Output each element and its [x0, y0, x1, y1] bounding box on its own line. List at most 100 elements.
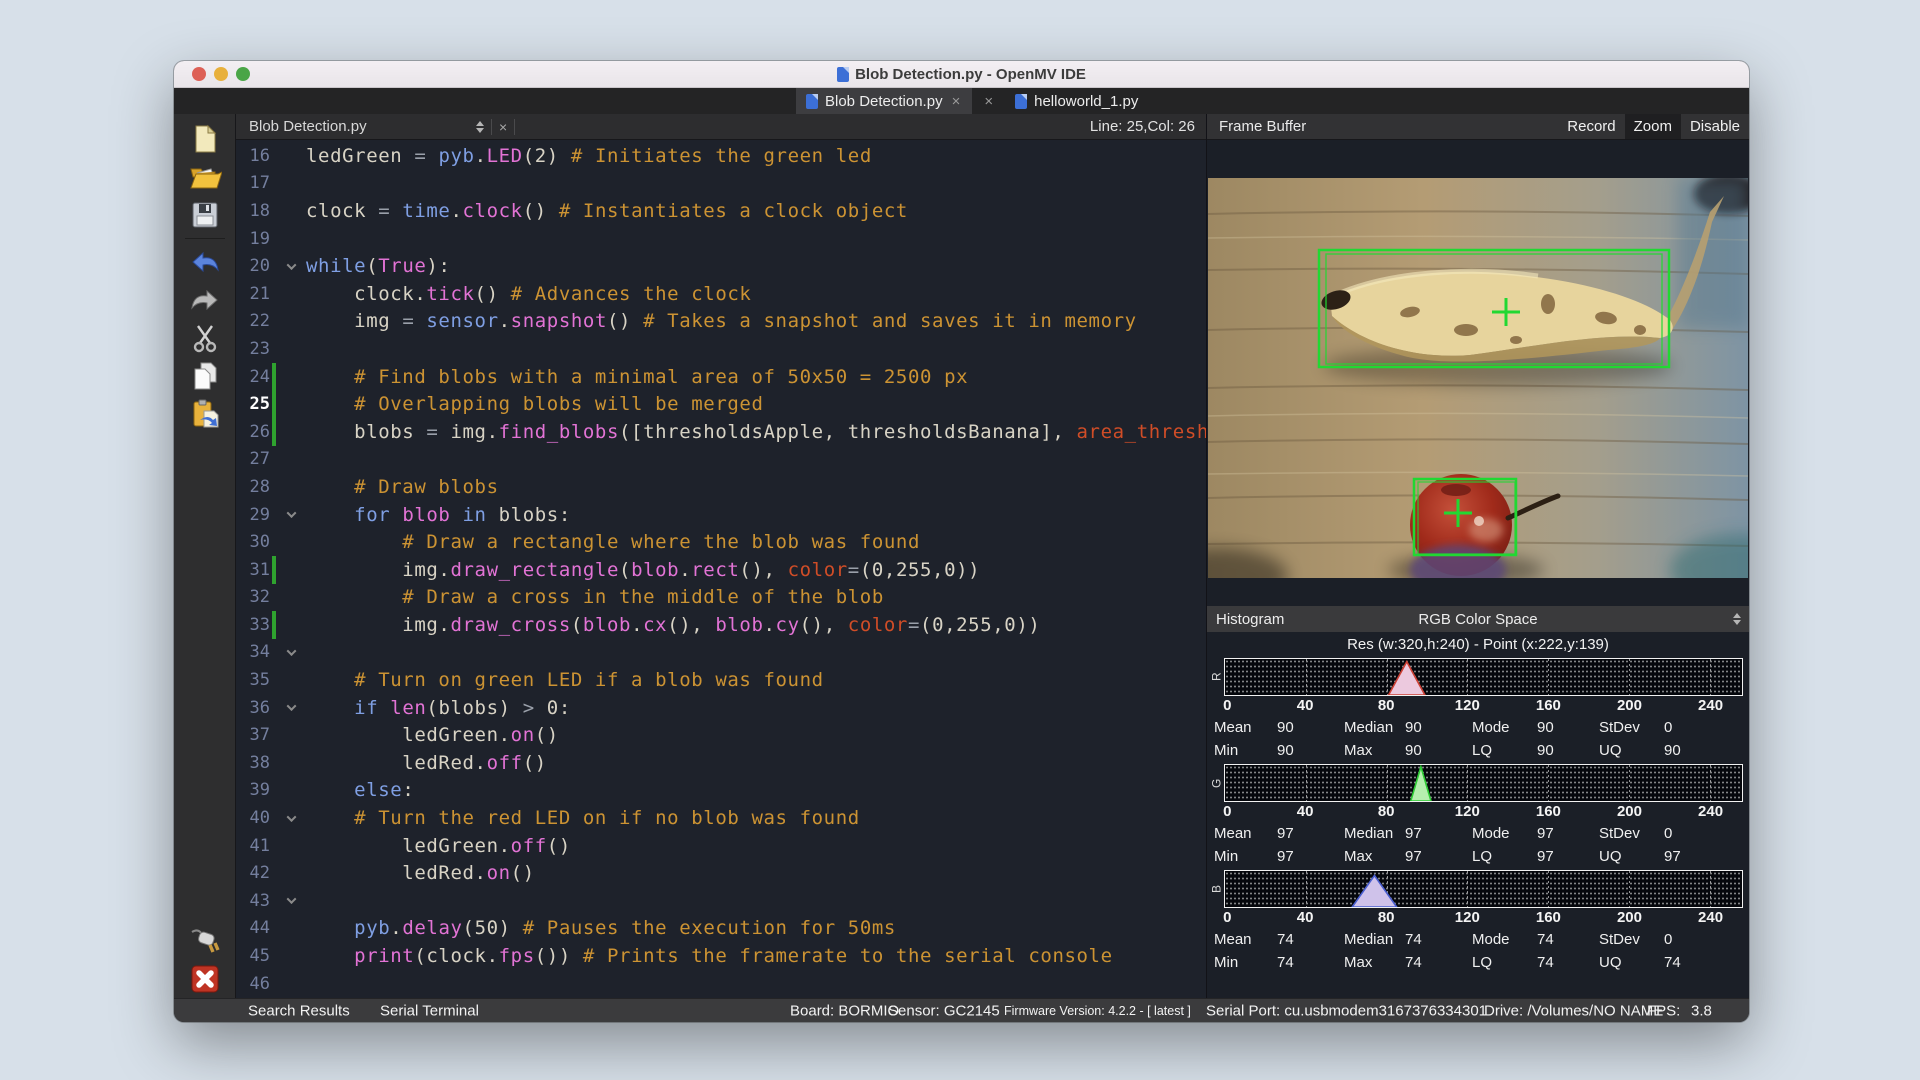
code-line[interactable]: 36 if len(blobs) > 0: [236, 694, 1206, 722]
channel-axis: 04080120160200240 [1224, 697, 1743, 716]
code-line[interactable]: 24 # Find blobs with a minimal area of 5… [236, 363, 1206, 391]
code-line[interactable]: 29 for blob in blobs: [236, 501, 1206, 529]
line-number: 23 [236, 339, 270, 359]
frame-buffer-view[interactable] [1207, 140, 1749, 606]
code-line[interactable]: 37 ledGreen.on() [236, 721, 1206, 749]
stat-label: LQ [1472, 951, 1537, 974]
change-bar [272, 721, 276, 749]
channel-axis: 04080120160200240 [1224, 909, 1743, 928]
code-line[interactable]: 19 [236, 225, 1206, 253]
code-line[interactable]: 20while(True): [236, 252, 1206, 280]
zoom-button[interactable]: Zoom [1625, 114, 1681, 139]
code-line[interactable]: 28 # Draw blobs [236, 473, 1206, 501]
stat-label: Max [1344, 845, 1405, 868]
code-line[interactable]: 30 # Draw a rectangle where the blob was… [236, 528, 1206, 556]
code-line[interactable]: 40 # Turn the red LED on if no blob was … [236, 804, 1206, 832]
line-number: 34 [236, 642, 270, 662]
close-tab-icon[interactable]: × [982, 93, 995, 110]
stat-label: StDev [1599, 822, 1664, 845]
tab-label: Blob Detection.py [825, 93, 943, 110]
code-line[interactable]: 39 else: [236, 777, 1206, 805]
line-number: 18 [236, 201, 270, 221]
color-space-select[interactable]: RGB Color Space [1207, 611, 1749, 628]
document-selector[interactable]: Blob Detection.py [236, 118, 367, 135]
fold-chevron-icon[interactable] [276, 897, 306, 904]
save-button[interactable] [186, 198, 224, 232]
code-line[interactable]: 26 blobs = img.find_blobs([thresholdsApp… [236, 418, 1206, 446]
document-dropdown-icon[interactable] [476, 121, 484, 133]
stop-button[interactable] [186, 962, 224, 996]
stat-label: StDev [1599, 928, 1664, 951]
code-line[interactable]: 35 # Turn on green LED if a blob was fou… [236, 666, 1206, 694]
code-line[interactable]: 22 img = sensor.snapshot() # Takes a sna… [236, 308, 1206, 336]
code-line[interactable]: 18clock = time.clock() # Instantiates a … [236, 197, 1206, 225]
tab-helloworld[interactable]: helloworld_1.py [1005, 88, 1148, 114]
code-line[interactable]: 32 # Draw a cross in the middle of the b… [236, 584, 1206, 612]
code-text: else: [306, 779, 1206, 801]
code-text: for blob in blobs: [306, 504, 1206, 526]
search-results-button[interactable]: Search Results [248, 1002, 350, 1019]
new-file-button[interactable] [186, 122, 224, 156]
stat-label: LQ [1472, 845, 1537, 868]
fold-chevron-icon[interactable] [276, 511, 306, 518]
cut-button[interactable] [186, 321, 224, 355]
fold-chevron-icon[interactable] [276, 649, 306, 656]
code-line[interactable]: 25 # Overlapping blobs will be merged [236, 390, 1206, 418]
disable-button[interactable]: Disable [1681, 114, 1749, 139]
code-line[interactable]: 21 clock.tick() # Advances the clock [236, 280, 1206, 308]
code-line[interactable]: 33 img.draw_cross(blob.cx(), blob.cy(), … [236, 611, 1206, 639]
close-document-icon[interactable]: × [499, 119, 507, 135]
code-area[interactable]: 16ledGreen = pyb.LED(2) # Initiates the … [236, 140, 1206, 998]
change-bar [272, 390, 276, 418]
tab-blob-detection[interactable]: Blob Detection.py × [796, 88, 972, 114]
save-icon [190, 200, 220, 230]
open-folder-icon [188, 162, 222, 192]
code-line[interactable]: 34 [236, 639, 1206, 667]
stat-label: Min [1214, 845, 1277, 868]
stat-value: 90 [1537, 716, 1599, 739]
code-line[interactable]: 45 print(clock.fps()) # Prints the frame… [236, 942, 1206, 970]
fold-chevron-icon[interactable] [276, 263, 306, 270]
open-folder-button[interactable] [186, 160, 224, 194]
code-line[interactable]: 38 ledRed.off() [236, 749, 1206, 777]
stat-value: 0 [1664, 928, 1749, 951]
minimize-traffic-light[interactable] [214, 67, 228, 81]
line-number: 42 [236, 863, 270, 883]
code-line[interactable]: 17 [236, 170, 1206, 198]
copy-button[interactable] [186, 359, 224, 393]
close-traffic-light[interactable] [192, 67, 206, 81]
change-bar [272, 308, 276, 336]
channel-plot [1224, 658, 1743, 696]
undo-button[interactable] [186, 245, 224, 279]
code-line[interactable]: 23 [236, 335, 1206, 363]
fold-chevron-icon[interactable] [276, 704, 306, 711]
fold-chevron-icon[interactable] [276, 815, 306, 822]
color-space-dropdown-icon[interactable] [1733, 613, 1741, 625]
record-button[interactable]: Record [1558, 114, 1624, 139]
code-line[interactable]: 31 img.draw_rectangle(blob.rect(), color… [236, 556, 1206, 584]
redo-button[interactable] [186, 283, 224, 317]
line-number: 43 [236, 891, 270, 911]
redo-icon [188, 286, 222, 314]
connect-button[interactable] [186, 924, 224, 958]
stat-value: 97 [1664, 845, 1749, 868]
firmware-indicator: Firmware Version: 4.2.2 - [ latest ] [1004, 1004, 1191, 1018]
code-line[interactable]: 41 ledGreen.off() [236, 832, 1206, 860]
code-line[interactable]: 42 ledRed.on() [236, 859, 1206, 887]
python-file-icon [806, 94, 818, 109]
line-number: 17 [236, 173, 270, 193]
title-bar[interactable]: Blob Detection.py - OpenMV IDE [174, 61, 1749, 88]
code-line[interactable]: 27 [236, 446, 1206, 474]
close-tab-icon[interactable]: × [950, 93, 963, 110]
code-line[interactable]: 16ledGreen = pyb.LED(2) # Initiates the … [236, 142, 1206, 170]
code-line[interactable]: 44 pyb.delay(50) # Pauses the execution … [236, 915, 1206, 943]
board-indicator: Board: BORMIO [790, 1002, 899, 1019]
paste-button[interactable] [186, 397, 224, 431]
code-line[interactable]: 46 [236, 970, 1206, 998]
line-col-indicator: Line: 25,Col: 26 [1090, 118, 1206, 135]
serial-terminal-button[interactable]: Serial Terminal [380, 1002, 479, 1019]
zoom-traffic-light[interactable] [236, 67, 250, 81]
tab-close-standalone[interactable]: × [972, 88, 1005, 114]
openmv-ide-window: Blob Detection.py - OpenMV IDE Blob Dete… [174, 61, 1749, 1022]
code-line[interactable]: 43 [236, 887, 1206, 915]
